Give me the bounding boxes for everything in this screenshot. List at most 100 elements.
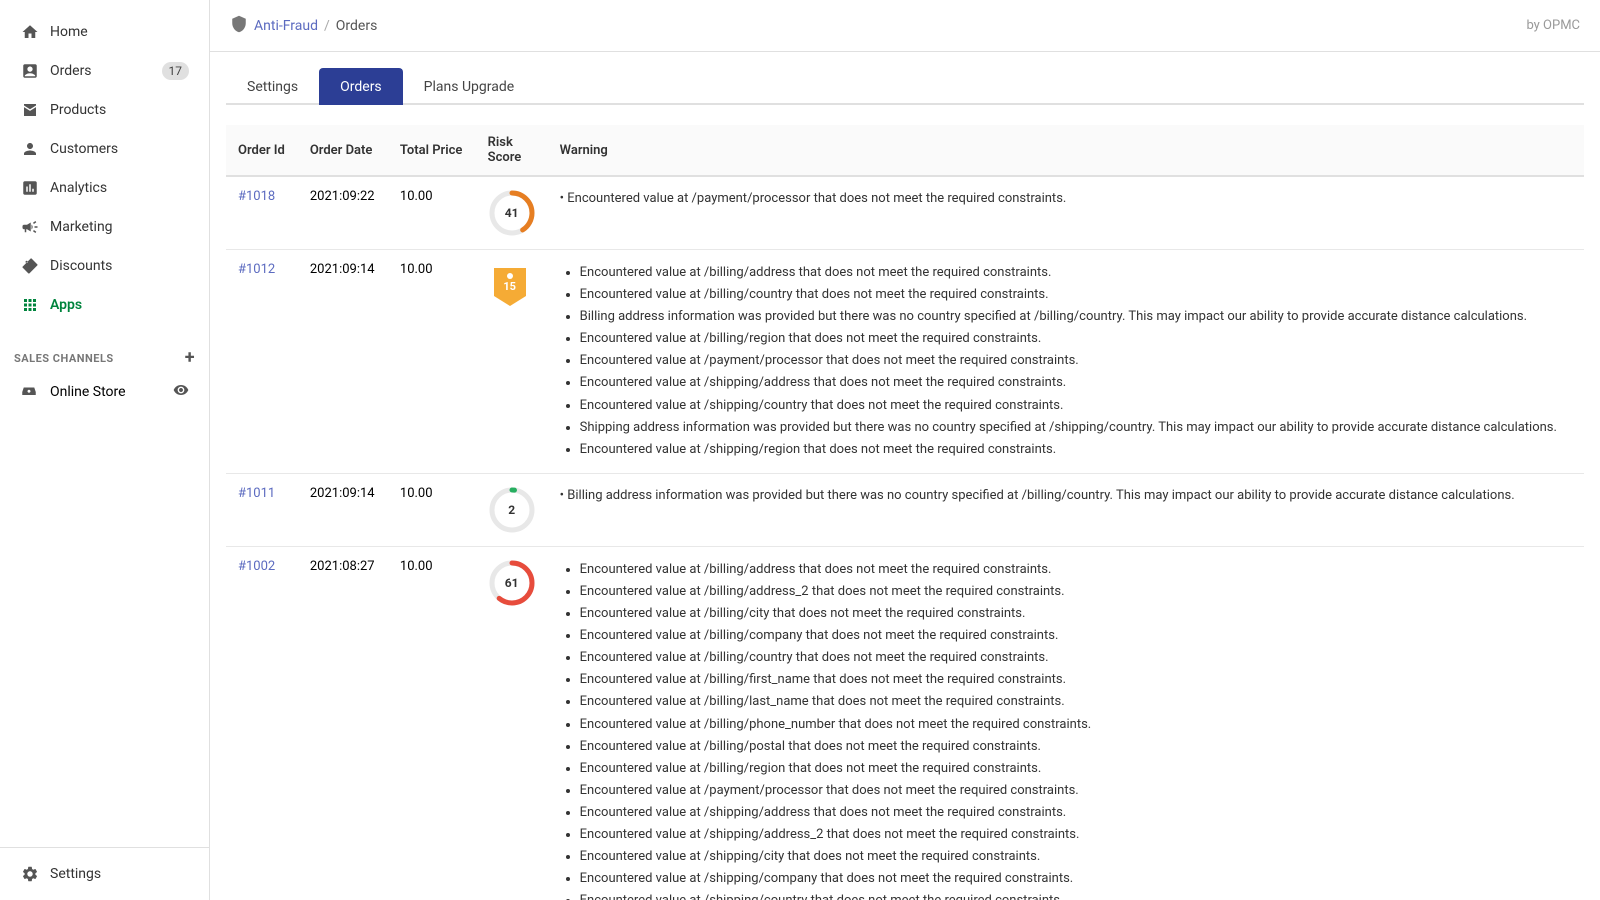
analytics-icon: [20, 178, 40, 198]
sidebar-label-home: Home: [50, 24, 88, 40]
sidebar-label-apps: Apps: [50, 297, 82, 313]
table-row: #1012 2021:09:1410.00 15 Encountered value …: [226, 250, 1584, 474]
warning-item: Encountered value at /billing/company th…: [580, 625, 1572, 647]
risk-score-cell: 15: [476, 250, 548, 474]
apps-icon: [20, 295, 40, 315]
breadcrumb-page: Orders: [336, 18, 378, 34]
sidebar-label-products: Products: [50, 102, 106, 118]
warning-item: Encountered value at /shipping/city that…: [580, 846, 1572, 868]
warning-item: Encountered value at /shipping/company t…: [580, 868, 1572, 890]
order-date-cell: 2021:08:27: [298, 546, 388, 900]
total-price-cell: 10.00: [388, 176, 476, 250]
risk-score-cell: 61: [476, 546, 548, 900]
total-price-cell: 10.00: [388, 250, 476, 474]
order-date-cell: 2021:09:14: [298, 473, 388, 546]
warning-item: Encountered value at /billing/address th…: [580, 262, 1572, 284]
breadcrumb-separator: /: [324, 18, 330, 34]
risk-score-number: 41: [505, 206, 519, 220]
risk-score-number: 15: [503, 280, 516, 293]
warning-item: Encountered value at /shipping/address_2…: [580, 824, 1572, 846]
sidebar-bottom: Settings: [0, 847, 209, 900]
warning-item: Encountered value at /shipping/address t…: [580, 802, 1572, 824]
warning-item: Encountered value at /billing/phone_numb…: [580, 714, 1572, 736]
table-row: #1011 2021:09:1410.00 2 • Billing address i…: [226, 473, 1584, 546]
orders-icon: [20, 61, 40, 81]
sidebar-item-apps[interactable]: Apps: [6, 286, 203, 324]
warning-item: Encountered value at /billing/country th…: [580, 647, 1572, 669]
risk-score-number: 61: [505, 576, 519, 590]
warning-item: Encountered value at /shipping/address t…: [580, 372, 1572, 394]
tab-orders[interactable]: Orders: [319, 68, 403, 105]
orders-badge: 17: [162, 62, 190, 80]
order-id-link[interactable]: #1011: [238, 486, 275, 501]
breadcrumb-app[interactable]: Anti-Fraud: [254, 18, 318, 34]
sidebar-label-orders: Orders: [50, 63, 92, 79]
warning-item: Encountered value at /billing/address_2 …: [580, 581, 1572, 603]
warning-item: Shipping address information was provide…: [580, 417, 1572, 439]
order-id-cell: #1002: [226, 546, 298, 900]
col-warning: Warning: [548, 125, 1584, 176]
home-icon: [20, 22, 40, 42]
order-id-link[interactable]: #1002: [238, 559, 275, 574]
sidebar-item-discounts[interactable]: Discounts: [6, 247, 203, 285]
total-price-cell: 10.00: [388, 546, 476, 900]
warning-text: • Billing address information was provid…: [560, 486, 1572, 507]
sidebar-item-home[interactable]: Home: [6, 13, 203, 51]
warning-cell: Encountered value at /billing/address th…: [548, 546, 1584, 900]
settings-icon: [20, 864, 40, 884]
sidebar-label-analytics: Analytics: [50, 180, 107, 196]
table-row: #1002 2021:08:2710.00 61 Encountered value …: [226, 546, 1584, 900]
sidebar-item-settings[interactable]: Settings: [6, 855, 203, 893]
sidebar-label-customers: Customers: [50, 141, 118, 157]
sidebar: Home Orders 17 Products Customers: [0, 0, 210, 900]
risk-score-cell: 41: [476, 176, 548, 250]
breadcrumb: Anti-Fraud / Orders: [230, 15, 377, 37]
col-total-price: Total Price: [388, 125, 476, 176]
sidebar-label-marketing: Marketing: [50, 219, 113, 235]
warning-cell: • Encountered value at /payment/processo…: [548, 176, 1584, 250]
marketing-icon: [20, 217, 40, 237]
total-price-cell: 10.00: [388, 473, 476, 546]
warning-item: Encountered value at /payment/processor …: [580, 350, 1572, 372]
main-content: Anti-Fraud / Orders by OPMC Settings Ord…: [210, 0, 1600, 900]
order-date-cell: 2021:09:14: [298, 250, 388, 474]
fraud-icon: [230, 15, 248, 37]
sidebar-item-marketing[interactable]: Marketing: [6, 208, 203, 246]
orders-table: Order Id Order Date Total Price Risk Sco…: [226, 125, 1584, 900]
order-id-cell: #1018: [226, 176, 298, 250]
risk-score-cell: 2: [476, 473, 548, 546]
sidebar-item-orders[interactable]: Orders 17: [6, 52, 203, 90]
tab-plans-upgrade[interactable]: Plans Upgrade: [403, 68, 536, 105]
tab-settings[interactable]: Settings: [226, 68, 319, 105]
sidebar-item-online-store[interactable]: Online Store: [6, 374, 203, 410]
warning-item: Encountered value at /billing/region tha…: [580, 758, 1572, 780]
col-order-id: Order Id: [226, 125, 298, 176]
warning-list: Encountered value at /billing/address th…: [560, 559, 1572, 900]
table-header: Order Id Order Date Total Price Risk Sco…: [226, 125, 1584, 176]
warning-item: Encountered value at /shipping/country t…: [580, 890, 1572, 900]
orders-tbody: #10182021:09:2210.0041• Encountered valu…: [226, 176, 1584, 900]
add-sales-channel-button[interactable]: +: [185, 349, 195, 367]
warning-item: Encountered value at /shipping/country t…: [580, 395, 1572, 417]
order-id-link[interactable]: #1012: [238, 262, 275, 277]
sidebar-label-discounts: Discounts: [50, 258, 112, 274]
by-opmc-label: by OPMC: [1526, 18, 1580, 33]
table-row: #10182021:09:2210.0041• Encountered valu…: [226, 176, 1584, 250]
online-store-eye-icon[interactable]: [173, 382, 189, 402]
content-area: Settings Orders Plans Upgrade Order Id O…: [210, 52, 1600, 900]
sidebar-item-customers[interactable]: Customers: [6, 130, 203, 168]
online-store-label: Online Store: [50, 384, 126, 400]
discounts-icon: [20, 256, 40, 276]
risk-score-number: 2: [508, 503, 515, 517]
topbar: Anti-Fraud / Orders by OPMC: [210, 0, 1600, 52]
risk-donut: 61: [488, 559, 536, 607]
risk-donut: 2: [488, 486, 536, 534]
sidebar-item-analytics[interactable]: Analytics: [6, 169, 203, 207]
warning-item: Encountered value at /billing/region tha…: [580, 328, 1572, 350]
warning-item: Encountered value at /billing/first_name…: [580, 669, 1572, 691]
order-id-link[interactable]: #1018: [238, 189, 275, 204]
sidebar-item-products[interactable]: Products: [6, 91, 203, 129]
online-store-icon: [20, 382, 40, 402]
warning-cell: • Billing address information was provid…: [548, 473, 1584, 546]
warning-item: Encountered value at /billing/last_name …: [580, 691, 1572, 713]
